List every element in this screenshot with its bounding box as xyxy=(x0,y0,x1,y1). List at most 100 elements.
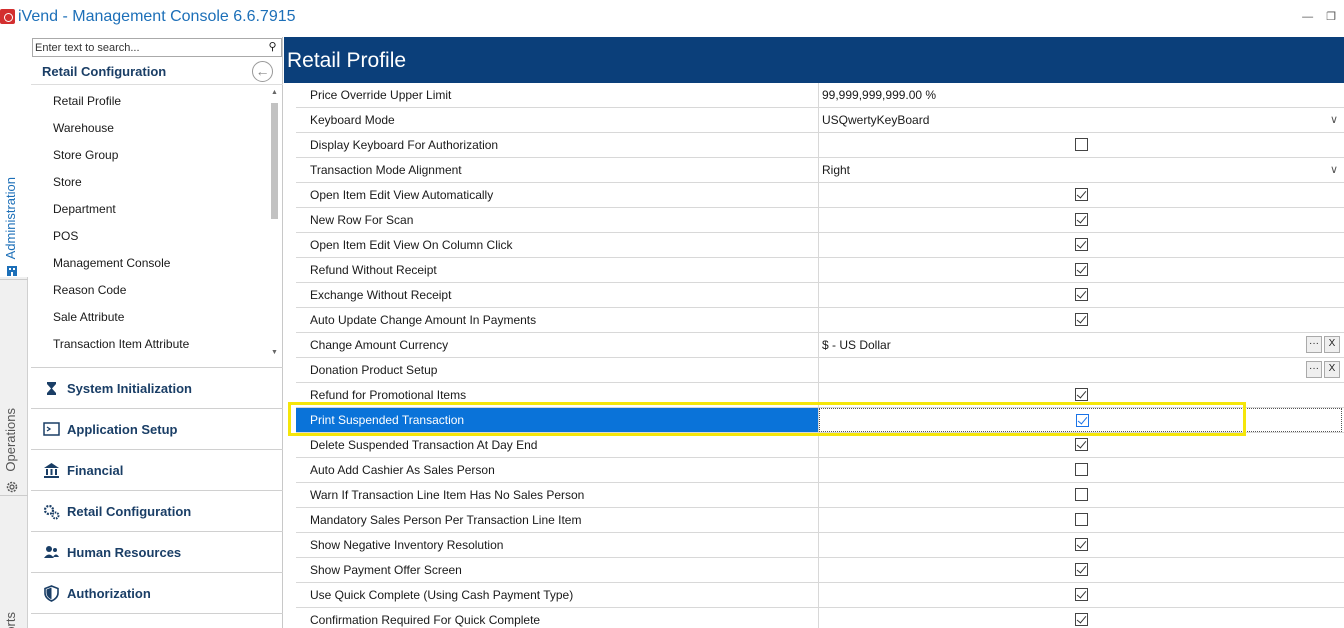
property-value[interactable] xyxy=(819,308,1342,332)
search-input[interactable] xyxy=(33,39,263,56)
nav-scrollbar[interactable]: ▲ ▼ xyxy=(270,89,279,357)
scroll-down-icon[interactable]: ▼ xyxy=(270,349,279,357)
property-checkbox[interactable] xyxy=(1075,388,1088,401)
property-checkbox[interactable] xyxy=(1076,414,1089,427)
sub-item-retail-profile[interactable]: Retail Profile xyxy=(53,94,121,108)
scroll-up-icon[interactable]: ▲ xyxy=(270,89,279,97)
sub-item-transaction-item-attribute[interactable]: Transaction Item Attribute xyxy=(53,337,189,351)
module-human-resources[interactable]: Human Resources xyxy=(31,531,283,572)
rail-tab-label: Administration xyxy=(3,176,18,259)
property-value[interactable] xyxy=(819,233,1342,257)
property-value[interactable] xyxy=(819,483,1342,507)
module-more[interactable] xyxy=(31,613,283,628)
property-row[interactable]: Mandatory Sales Person Per Transaction L… xyxy=(296,508,1344,533)
browse-button[interactable]: ··· xyxy=(1306,361,1322,378)
property-value[interactable] xyxy=(819,433,1342,457)
property-value[interactable] xyxy=(819,283,1342,307)
module-system-initialization[interactable]: System Initialization xyxy=(31,367,283,408)
property-checkbox[interactable] xyxy=(1075,438,1088,451)
property-row[interactable]: Warn If Transaction Line Item Has No Sal… xyxy=(296,483,1344,508)
property-value[interactable] xyxy=(819,408,1342,432)
property-value[interactable]: 99,999,999,999.00 % xyxy=(819,83,1342,107)
rail-tab-operations[interactable]: Operations xyxy=(0,279,28,494)
clear-button[interactable]: X xyxy=(1324,361,1340,378)
property-checkbox[interactable] xyxy=(1075,563,1088,576)
property-value[interactable] xyxy=(819,208,1342,232)
property-checkbox[interactable] xyxy=(1075,588,1088,601)
rail-tab-label: Operations xyxy=(3,408,18,472)
property-row[interactable]: New Row For Scan xyxy=(296,208,1344,233)
property-value[interactable]: $ - US Dollar ··· X xyxy=(819,333,1342,357)
property-checkbox[interactable] xyxy=(1075,213,1088,226)
search-icon[interactable]: ⚲ xyxy=(264,39,281,56)
property-row[interactable]: Open Item Edit View Automatically xyxy=(296,183,1344,208)
sub-item-department[interactable]: Department xyxy=(53,202,116,216)
sub-item-store-group[interactable]: Store Group xyxy=(53,148,118,162)
scroll-thumb[interactable] xyxy=(271,103,278,219)
sub-item-reason-code[interactable]: Reason Code xyxy=(53,283,126,297)
property-value[interactable] xyxy=(819,558,1342,582)
property-row[interactable]: Auto Add Cashier As Sales Person xyxy=(296,458,1344,483)
property-checkbox[interactable] xyxy=(1075,288,1088,301)
property-row[interactable]: Price Override Upper Limit 99,999,999,999… xyxy=(296,83,1344,108)
property-row[interactable]: Open Item Edit View On Column Click xyxy=(296,233,1344,258)
property-row[interactable]: Confirmation Required For Quick Complete xyxy=(296,608,1344,628)
section-title: Retail Configuration xyxy=(42,64,167,79)
minimize-icon[interactable]: — xyxy=(1302,11,1313,23)
title-bar: iVend - Management Console 6.6.7915 — ❐ xyxy=(0,0,1344,37)
rail-tab-reports[interactable]: orts xyxy=(0,495,28,628)
property-checkbox[interactable] xyxy=(1075,488,1088,501)
sub-item-pos[interactable]: POS xyxy=(53,229,78,243)
property-value[interactable] xyxy=(819,383,1342,407)
chevron-down-icon[interactable]: ∨ xyxy=(1330,108,1338,132)
property-checkbox[interactable] xyxy=(1075,463,1088,476)
chevron-down-icon[interactable]: ∨ xyxy=(1330,158,1338,182)
property-row[interactable]: Change Amount Currency $ - US Dollar ··· X xyxy=(296,333,1344,358)
restore-icon[interactable]: ❐ xyxy=(1326,10,1336,23)
property-row[interactable]: Display Keyboard For Authorization xyxy=(296,133,1344,158)
module-authorization[interactable]: Authorization xyxy=(31,572,283,613)
sub-item-sale-attribute[interactable]: Sale Attribute xyxy=(53,310,124,324)
property-value[interactable]: ··· X xyxy=(819,358,1342,382)
property-checkbox[interactable] xyxy=(1075,613,1088,626)
property-row[interactable]: Donation Product Setup ··· X xyxy=(296,358,1344,383)
sub-item-warehouse[interactable]: Warehouse xyxy=(53,121,114,135)
property-value[interactable] xyxy=(819,533,1342,557)
property-row[interactable]: Transaction Mode Alignment Right ∨ xyxy=(296,158,1344,183)
property-row[interactable]: Refund for Promotional Items xyxy=(296,383,1344,408)
property-row[interactable]: Exchange Without Receipt xyxy=(296,283,1344,308)
back-arrow-icon[interactable]: ← xyxy=(252,61,273,82)
property-value[interactable] xyxy=(819,458,1342,482)
property-checkbox[interactable] xyxy=(1075,513,1088,526)
property-checkbox[interactable] xyxy=(1075,138,1088,151)
sub-item-store[interactable]: Store xyxy=(53,175,82,189)
property-row[interactable]: Auto Update Change Amount In Payments xyxy=(296,308,1344,333)
module-application-setup[interactable]: Application Setup xyxy=(31,408,283,449)
sub-item-management-console[interactable]: Management Console xyxy=(53,256,170,270)
property-row[interactable]: Show Payment Offer Screen xyxy=(296,558,1344,583)
property-checkbox[interactable] xyxy=(1075,313,1088,326)
property-checkbox[interactable] xyxy=(1075,538,1088,551)
property-value[interactable] xyxy=(819,133,1342,157)
property-checkbox[interactable] xyxy=(1075,188,1088,201)
rail-tab-administration[interactable]: Administration xyxy=(0,37,28,277)
module-retail-configuration[interactable]: Retail Configuration xyxy=(31,490,283,531)
property-checkbox[interactable] xyxy=(1075,263,1088,276)
property-row[interactable]: Delete Suspended Transaction At Day End xyxy=(296,433,1344,458)
property-value[interactable] xyxy=(819,508,1342,532)
property-row[interactable]: Refund Without Receipt xyxy=(296,258,1344,283)
property-value[interactable] xyxy=(819,608,1342,628)
property-row[interactable]: Use Quick Complete (Using Cash Payment T… xyxy=(296,583,1344,608)
property-row[interactable]: Keyboard Mode USQwertyKeyBoard ∨ xyxy=(296,108,1344,133)
property-value[interactable]: Right ∨ xyxy=(819,158,1342,182)
property-checkbox[interactable] xyxy=(1075,238,1088,251)
property-value[interactable] xyxy=(819,258,1342,282)
property-value[interactable]: USQwertyKeyBoard ∨ xyxy=(819,108,1342,132)
browse-button[interactable]: ··· xyxy=(1306,336,1322,353)
clear-button[interactable]: X xyxy=(1324,336,1340,353)
property-row[interactable]: Print Suspended Transaction xyxy=(296,408,1344,433)
property-value[interactable] xyxy=(819,183,1342,207)
property-row[interactable]: Show Negative Inventory Resolution xyxy=(296,533,1344,558)
property-value[interactable] xyxy=(819,583,1342,607)
module-financial[interactable]: Financial xyxy=(31,449,283,490)
